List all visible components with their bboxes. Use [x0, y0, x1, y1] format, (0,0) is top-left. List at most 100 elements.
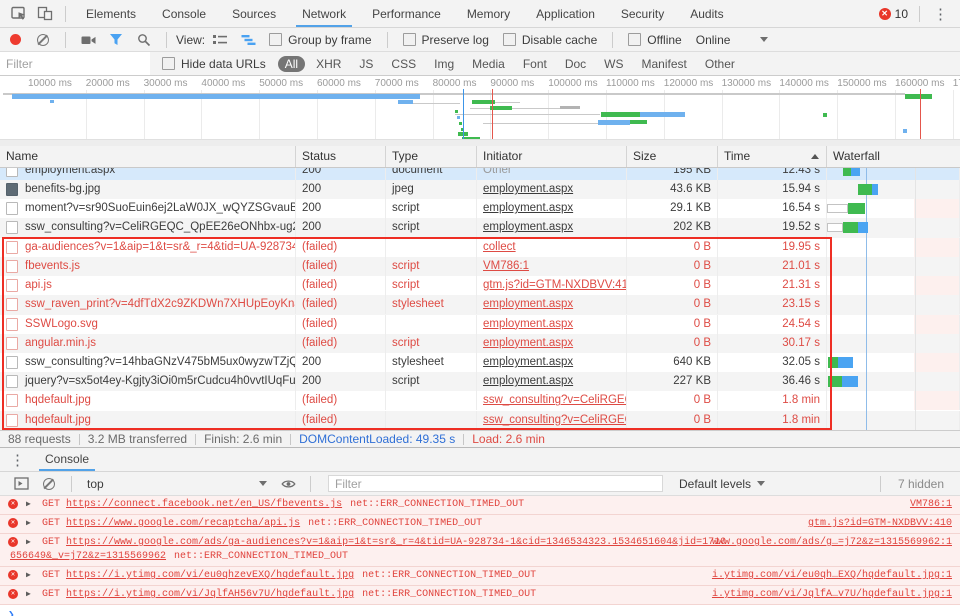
- initiator-link[interactable]: VM786:1: [483, 260, 529, 272]
- clear-button[interactable]: [37, 34, 49, 46]
- expand-triangle-icon[interactable]: ▶: [26, 536, 31, 550]
- request-row[interactable]: jquery?v=sx5ot4ey-Kgjty3iOi0m5rCudcu4h0v…: [0, 372, 960, 391]
- resource-type-filter[interactable]: XHR: [309, 56, 348, 72]
- resource-type-filter[interactable]: Manifest: [635, 56, 694, 72]
- eye-icon[interactable]: [275, 472, 301, 496]
- message-source-link[interactable]: i.ytimg.com/vi/JqlfA…v7U/hqdefault.jpg:1: [712, 588, 952, 602]
- request-row[interactable]: moment?v=sr90SuoEuin6ej2LaW0JX_wQYZSGvau…: [0, 199, 960, 218]
- view-waterfall-icon[interactable]: [235, 28, 261, 52]
- message-source-link[interactable]: i.ytimg.com/vi/eu0qh…EXQ/hqdefault.jpg:1: [712, 569, 952, 583]
- console-error-message[interactable]: ✕ ▶GET https://i.ytimg.com/vi/JqlfAH56v7…: [0, 586, 960, 605]
- panel-tab[interactable]: Memory: [454, 1, 523, 27]
- initiator-link[interactable]: employment.aspx: [483, 202, 573, 214]
- request-row[interactable]: SSWLogo.svg (failed) employment.aspx 0 B…: [0, 315, 960, 334]
- request-row[interactable]: ssw_raven_print?v=4dfTdX2c9ZKDWn7XHUpEoy…: [0, 295, 960, 314]
- disable-cache-checkbox[interactable]: Disable cache: [503, 33, 597, 47]
- filter-icon[interactable]: [103, 28, 129, 52]
- request-url-link-wrap[interactable]: 656649&_v=j72&z=1315569962: [10, 551, 166, 562]
- request-row[interactable]: hqdefault.jpg (failed) ssw_consulting?v=…: [0, 391, 960, 410]
- panel-tab[interactable]: Security: [608, 1, 677, 27]
- resource-type-filter[interactable]: Media: [465, 56, 512, 72]
- expand-triangle-icon[interactable]: ▶: [26, 569, 31, 583]
- request-row[interactable]: employment.aspx 200 document Other 195 K…: [0, 168, 960, 180]
- resource-type-filter[interactable]: Doc: [558, 56, 593, 72]
- initiator-link[interactable]: employment.aspx: [483, 221, 573, 233]
- console-sidebar-toggle-icon[interactable]: [8, 472, 34, 496]
- console-filter-input[interactable]: [328, 475, 663, 492]
- resource-type-filter[interactable]: All: [278, 56, 305, 72]
- console-error-message[interactable]: ✕ ▶GET https://www.google.com/recaptcha/…: [0, 515, 960, 534]
- expand-triangle-icon[interactable]: ▶: [26, 517, 31, 531]
- initiator-link[interactable]: employment.aspx: [483, 183, 573, 195]
- initiator-link[interactable]: employment.aspx: [483, 318, 573, 330]
- drawer-tab-console[interactable]: Console: [31, 448, 103, 471]
- inspect-element-icon[interactable]: [6, 2, 32, 26]
- console-error-message[interactable]: ✕ ▶GET https://connect.facebook.net/en_U…: [0, 496, 960, 515]
- resource-type-filter[interactable]: WS: [597, 56, 630, 72]
- request-url-link[interactable]: https://www.google.com/ads/ga-audiences?…: [66, 537, 726, 548]
- initiator-link[interactable]: collect: [483, 241, 516, 253]
- screenshot-capture-icon[interactable]: [75, 28, 101, 52]
- execution-context-dropdown[interactable]: top: [81, 477, 273, 491]
- expand-triangle-icon[interactable]: ▶: [26, 498, 31, 512]
- group-by-frame-checkbox[interactable]: Group by frame: [269, 33, 371, 47]
- column-header-size[interactable]: Size: [627, 146, 718, 167]
- request-url-link[interactable]: https://www.google.com/recaptcha/api.js: [66, 518, 300, 529]
- console-prompt[interactable]: ❯: [0, 605, 960, 616]
- error-count-badge[interactable]: ✕ 10: [875, 7, 912, 21]
- drawer-menu-icon[interactable]: ⋮: [4, 451, 31, 469]
- network-filter-input[interactable]: [0, 52, 150, 75]
- column-header-type[interactable]: Type: [386, 146, 477, 167]
- panel-tab[interactable]: Elements: [73, 1, 149, 27]
- resource-type-filter[interactable]: CSS: [384, 56, 423, 72]
- request-row[interactable]: angular.min.js (failed) script employmen…: [0, 334, 960, 353]
- initiator-link[interactable]: employment.aspx: [483, 298, 573, 310]
- initiator-link[interactable]: ssw_consulting?v=CeliRGEQ...: [483, 414, 627, 426]
- device-toolbar-icon[interactable]: [32, 2, 58, 26]
- request-row[interactable]: hqdefault.jpg (failed) ssw_consulting?v=…: [0, 411, 960, 430]
- resource-type-filter[interactable]: Font: [516, 56, 554, 72]
- request-row[interactable]: benefits-bg.jpg 200 jpeg employment.aspx…: [0, 180, 960, 199]
- initiator-link[interactable]: gtm.js?id=GTM-NXDBVV:410: [483, 279, 627, 291]
- panel-tab[interactable]: Application: [523, 1, 608, 27]
- column-header-initiator[interactable]: Initiator: [477, 146, 627, 167]
- console-error-message[interactable]: ✕ ▶GET https://www.google.com/ads/ga-aud…: [0, 534, 960, 567]
- message-source-link[interactable]: www.google.com/ads/g…=j72&z=1315569962:1: [712, 536, 952, 550]
- preserve-log-checkbox[interactable]: Preserve log: [403, 33, 489, 47]
- request-row[interactable]: ssw_consulting?v=CeliRGEQC_QpEE26eONhbx-…: [0, 218, 960, 237]
- offline-checkbox[interactable]: Offline: [628, 33, 681, 47]
- initiator-link[interactable]: employment.aspx: [483, 356, 573, 368]
- initiator-link[interactable]: Other: [483, 168, 512, 176]
- request-row[interactable]: fbevents.js (failed) script VM786:1 0 B …: [0, 257, 960, 276]
- request-url-link[interactable]: https://i.ytimg.com/vi/eu0qhzevEXQ/hqdef…: [66, 570, 354, 581]
- resource-type-filter[interactable]: JS: [352, 56, 380, 72]
- panel-tab[interactable]: Network: [289, 1, 359, 27]
- view-list-icon[interactable]: [207, 28, 233, 52]
- request-row[interactable]: api.js (failed) script gtm.js?id=GTM-NXD…: [0, 276, 960, 295]
- resource-type-filter[interactable]: Other: [698, 56, 742, 72]
- panel-tab[interactable]: Sources: [219, 1, 289, 27]
- log-levels-dropdown[interactable]: Default levels: [673, 477, 771, 491]
- clear-console-button[interactable]: [43, 478, 55, 490]
- column-header-name[interactable]: Name: [0, 146, 296, 167]
- request-row[interactable]: ga-audiences?v=1&aip=1&t=sr&_r=4&tid=UA-…: [0, 238, 960, 257]
- request-url-link[interactable]: https://connect.facebook.net/en_US/fbeve…: [66, 499, 342, 510]
- panel-tab[interactable]: Performance: [359, 1, 454, 27]
- panel-tab[interactable]: Console: [149, 1, 219, 27]
- panel-tab[interactable]: Audits: [677, 1, 736, 27]
- column-header-status[interactable]: Status: [296, 146, 386, 167]
- hide-data-urls-checkbox[interactable]: Hide data URLs: [162, 57, 266, 71]
- initiator-link[interactable]: employment.aspx: [483, 375, 573, 387]
- expand-triangle-icon[interactable]: ▶: [26, 588, 31, 602]
- record-button[interactable]: [10, 34, 21, 45]
- column-header-time[interactable]: Time: [718, 146, 827, 167]
- message-source-link[interactable]: gtm.js?id=GTM-NXDBVV:410: [808, 517, 952, 531]
- request-row[interactable]: ssw_consulting?v=14hbaGNzV475bM5ux0wyzwT…: [0, 353, 960, 372]
- network-overview-timeline[interactable]: 10000 ms20000 ms30000 ms40000 ms50000 ms…: [0, 76, 960, 147]
- throttling-dropdown[interactable]: Online: [696, 33, 769, 47]
- resource-type-filter[interactable]: Img: [427, 56, 461, 72]
- kebab-menu-icon[interactable]: ⋮: [927, 5, 954, 23]
- request-url-link[interactable]: https://i.ytimg.com/vi/JqlfAH56v7U/hqdef…: [66, 589, 354, 600]
- search-icon[interactable]: [131, 28, 157, 52]
- initiator-link[interactable]: employment.aspx: [483, 337, 573, 349]
